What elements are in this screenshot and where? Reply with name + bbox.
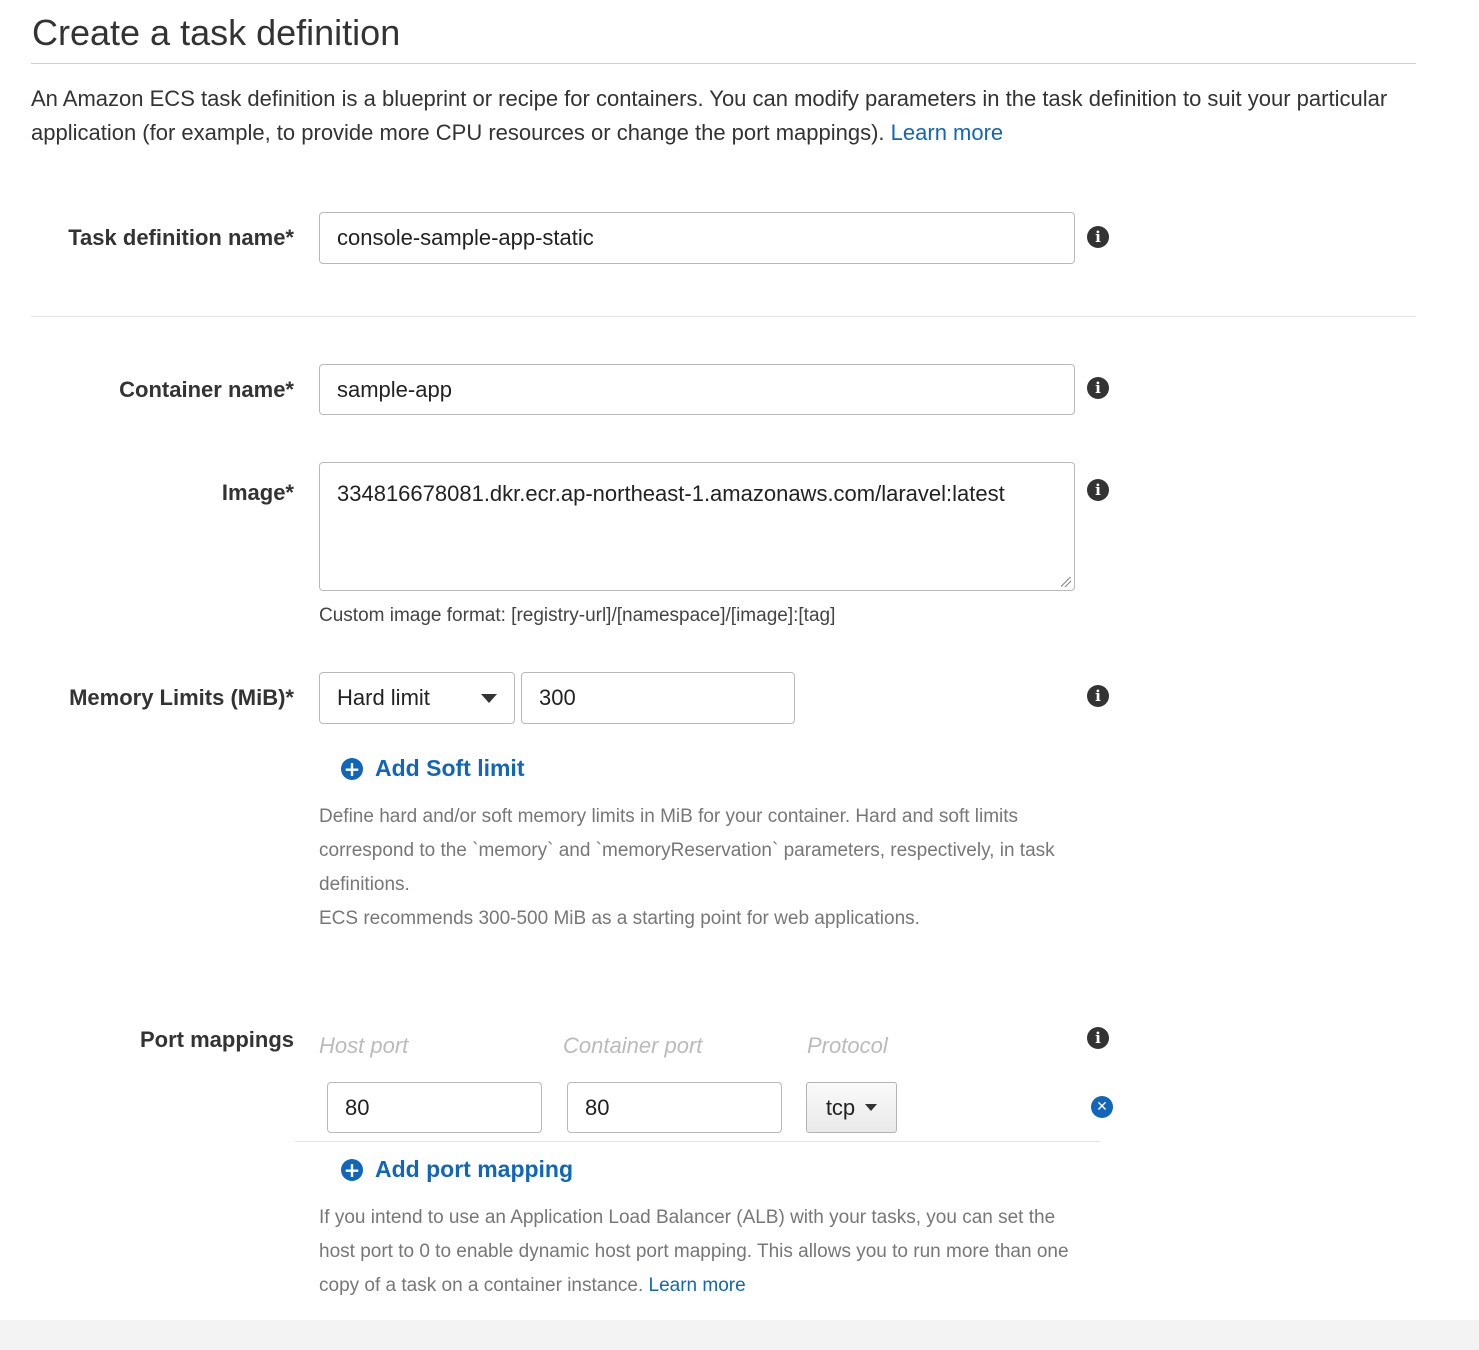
info-icon[interactable]: i bbox=[1087, 479, 1109, 501]
container-port-column-header: Container port bbox=[563, 1033, 703, 1058]
memory-limits-label: Memory Limits (MiB)* bbox=[69, 685, 294, 710]
section-divider bbox=[31, 316, 1416, 317]
memory-recommendation: ECS recommends 300-500 MiB as a starting… bbox=[319, 908, 920, 929]
add-soft-limit-link[interactable]: + Add Soft limit bbox=[341, 755, 524, 782]
container-port-input[interactable]: 80 bbox=[567, 1082, 782, 1133]
close-circle-icon[interactable]: ✕ bbox=[1091, 1096, 1113, 1118]
memory-help-paragraph: Define hard and/or soft memory limits in… bbox=[319, 806, 1055, 895]
task-definition-name-input[interactable]: console-sample-app-static bbox=[319, 212, 1075, 264]
protocol-dropdown[interactable]: tcp bbox=[806, 1082, 897, 1133]
page-description: An Amazon ECS task definition is a bluep… bbox=[31, 82, 1391, 150]
page-description-text: An Amazon ECS task definition is a bluep… bbox=[31, 86, 1388, 145]
memory-limit-type-value: Hard limit bbox=[337, 685, 430, 710]
container-name-value: sample-app bbox=[337, 376, 452, 402]
task-definition-name-value: console-sample-app-static bbox=[337, 225, 594, 250]
port-learn-more-link[interactable]: Learn more bbox=[649, 1275, 746, 1296]
port-help-text: If you intend to use an Application Load… bbox=[319, 1201, 1079, 1303]
image-label: Image* bbox=[221, 480, 294, 505]
info-icon[interactable]: i bbox=[1087, 1027, 1109, 1049]
footer-bar bbox=[0, 1320, 1479, 1350]
image-textarea[interactable]: 334816678081.dkr.ecr.ap-northeast-1.amaz… bbox=[319, 462, 1075, 591]
memory-limit-type-select[interactable]: Hard limit bbox=[319, 672, 515, 724]
host-port-column-header: Host port bbox=[319, 1033, 409, 1058]
info-icon[interactable]: i bbox=[1087, 377, 1109, 399]
port-mappings-label: Port mappings bbox=[139, 1027, 294, 1052]
plus-circle-icon: + bbox=[341, 757, 363, 780]
resize-handle-icon[interactable] bbox=[1061, 577, 1071, 587]
image-format-hint: Custom image format: [registry-url]/[nam… bbox=[319, 605, 836, 626]
image-value: 334816678081.dkr.ecr.ap-northeast-1.amaz… bbox=[337, 481, 1005, 506]
task-definition-name-label: Task definition name* bbox=[68, 225, 294, 250]
protocol-value: tcp bbox=[825, 1094, 856, 1120]
add-soft-limit-label: Add Soft limit bbox=[375, 755, 525, 781]
title-divider bbox=[31, 63, 1416, 64]
memory-limit-input[interactable]: 300 bbox=[521, 672, 795, 724]
info-icon[interactable]: i bbox=[1087, 685, 1109, 707]
protocol-column-header: Protocol bbox=[807, 1033, 888, 1058]
container-name-input[interactable]: sample-app bbox=[319, 364, 1075, 415]
info-icon[interactable]: i bbox=[1087, 226, 1109, 248]
caret-down-icon bbox=[481, 693, 497, 703]
add-port-mapping-label: Add port mapping bbox=[375, 1156, 574, 1182]
host-port-input[interactable]: 80 bbox=[327, 1082, 542, 1133]
host-port-value: 80 bbox=[345, 1094, 370, 1120]
learn-more-link[interactable]: Learn more bbox=[891, 120, 1004, 145]
port-row-divider bbox=[295, 1141, 1100, 1142]
memory-help-text: Define hard and/or soft memory limits in… bbox=[319, 800, 1089, 936]
caret-down-icon bbox=[865, 1104, 878, 1111]
container-port-value: 80 bbox=[585, 1094, 610, 1120]
page-title: Create a task definition bbox=[32, 12, 401, 53]
add-port-mapping-link[interactable]: + Add port mapping bbox=[341, 1156, 573, 1183]
container-name-label: Container name* bbox=[119, 377, 294, 402]
memory-limit-value: 300 bbox=[539, 685, 576, 710]
plus-circle-icon: + bbox=[341, 1158, 363, 1181]
